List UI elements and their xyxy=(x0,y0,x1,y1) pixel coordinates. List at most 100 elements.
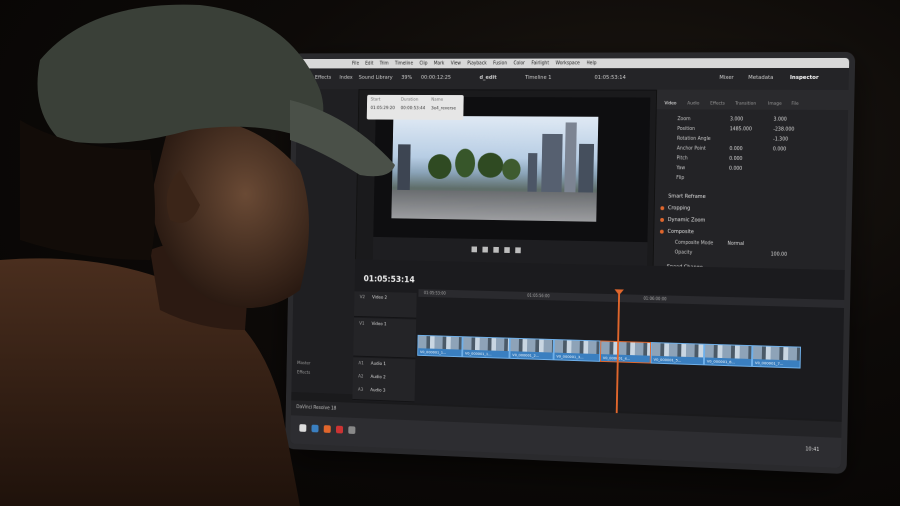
dynamic-zoom-section[interactable]: Dynamic Zoom xyxy=(668,217,706,224)
position-label: Position xyxy=(677,127,695,132)
video-clip[interactable]: V0_000001_6... xyxy=(704,344,753,367)
zoom-label: Zoom xyxy=(677,117,690,122)
video-clip[interactable]: V0_000001_3... xyxy=(554,339,601,362)
zoom-y-value[interactable]: 3.000 xyxy=(773,118,786,123)
building xyxy=(578,144,594,193)
menu-item-view[interactable]: View xyxy=(451,61,461,66)
toolbar: Effects Index Sound Library 39% 00:00:12… xyxy=(297,68,849,91)
menu-item-file[interactable]: File xyxy=(352,61,359,66)
index-button[interactable]: Index xyxy=(339,75,352,81)
clip-thumbnails xyxy=(418,336,461,350)
anchor-y-value[interactable]: 0.000 xyxy=(773,147,786,152)
menu-item-workspace[interactable]: Workspace xyxy=(555,61,579,66)
media-pool-panel: Master Effects xyxy=(291,89,359,394)
video-clip[interactable]: V0_000001_2... xyxy=(509,338,554,361)
loop-icon[interactable] xyxy=(515,247,521,253)
play-icon[interactable] xyxy=(504,247,510,253)
clip-label: V0_000001_5... xyxy=(654,357,682,363)
start-label: Start xyxy=(371,98,381,103)
clip-thumbnail[interactable] xyxy=(309,98,321,109)
flip-label: Flip xyxy=(676,176,684,181)
clip-label: V0_000001_1... xyxy=(420,349,446,355)
record-timecode: 01:05:53:14 xyxy=(594,75,626,81)
master-bin-label[interactable]: Master xyxy=(297,361,310,366)
menu-item-mark[interactable]: Mark xyxy=(434,61,445,66)
app-icon[interactable] xyxy=(348,426,355,434)
tab-audio[interactable]: Audio xyxy=(687,101,699,106)
timeline-name[interactable]: Timeline 1 xyxy=(525,75,551,81)
menu-item-timeline[interactable]: Timeline xyxy=(395,61,413,66)
menu-item-clip[interactable]: Clip xyxy=(419,61,427,66)
app-icon[interactable] xyxy=(324,425,331,433)
position-x-value[interactable]: 1485.000 xyxy=(730,127,752,132)
smart-reframe-section[interactable]: Smart Reframe xyxy=(668,194,706,200)
reverse-play-icon[interactable] xyxy=(482,247,488,253)
position-y-value[interactable]: -238.000 xyxy=(773,128,794,133)
menu-item-fairlight[interactable]: Fairlight xyxy=(531,61,549,66)
inspector-button[interactable]: Inspector xyxy=(790,75,819,81)
cropping-label: Cropping xyxy=(668,205,690,211)
track-name[interactable]: Video 1 xyxy=(372,322,387,327)
zoom-level[interactable]: 39% xyxy=(401,75,412,81)
tab-transition[interactable]: Transition xyxy=(735,102,756,107)
app-icon[interactable] xyxy=(336,426,343,434)
menu-item-edit[interactable]: Edit xyxy=(365,61,373,66)
ruler-mark: 01:05:56:00 xyxy=(527,293,550,298)
track-name[interactable]: Audio 3 xyxy=(370,388,385,393)
video-clip-selected[interactable]: V0_000001_4... xyxy=(600,340,651,363)
metadata-button[interactable]: Metadata xyxy=(748,75,773,81)
menu-item-playback[interactable]: Playback xyxy=(467,61,487,66)
previous-frame-icon[interactable] xyxy=(471,246,477,252)
composite-mode-select[interactable]: Normal xyxy=(727,242,744,247)
cropping-section[interactable]: Cropping xyxy=(668,205,690,211)
inspector-tabs: Video Audio Effects Transition Image Fil… xyxy=(657,90,849,110)
menu-item-help[interactable]: Help xyxy=(586,61,596,66)
tab-file[interactable]: File xyxy=(791,102,798,107)
road xyxy=(391,190,596,222)
yaw-value[interactable]: 0.000 xyxy=(729,167,742,172)
effects-button[interactable]: Effects xyxy=(315,75,331,81)
tab-video[interactable]: Video xyxy=(664,101,676,106)
enable-dot-icon[interactable] xyxy=(660,206,664,210)
mixer-button[interactable]: Mixer xyxy=(719,75,734,81)
opacity-value[interactable]: 100.00 xyxy=(771,252,787,257)
track-name[interactable]: Video 2 xyxy=(372,296,387,301)
menu-item-trim[interactable]: Trim xyxy=(380,61,389,66)
clock: 10:41 xyxy=(805,446,819,453)
building xyxy=(527,153,537,192)
anchor-x-value[interactable]: 0.000 xyxy=(729,147,742,152)
rotation-value[interactable]: -1.300 xyxy=(773,137,788,142)
track-id: V1 xyxy=(359,322,364,327)
menu-item-color[interactable]: Color xyxy=(513,61,525,66)
duration-value: 00:00:53:44 xyxy=(401,106,426,111)
opacity-row: Opacity 100.00 xyxy=(675,251,693,256)
tab-effects[interactable]: Effects xyxy=(710,102,725,107)
stop-icon[interactable] xyxy=(493,247,499,253)
search-icon[interactable] xyxy=(299,424,306,432)
enable-dot-icon[interactable] xyxy=(660,230,664,234)
track-name[interactable]: Audio 1 xyxy=(371,362,386,367)
tab-image[interactable]: Image xyxy=(768,102,782,107)
clip-thumbnails xyxy=(753,346,800,360)
video-clip[interactable]: V0_000001_1... xyxy=(417,335,462,357)
video-clip[interactable]: V0_000001_7... xyxy=(752,345,801,368)
clip-thumbnails xyxy=(510,339,553,353)
pitch-value[interactable]: 0.000 xyxy=(729,157,742,162)
timeline-ruler[interactable]: 01:05:53:00 01:05:56:00 01:06:00:00 xyxy=(418,289,844,308)
enable-dot-icon[interactable] xyxy=(660,218,664,222)
zoom-x-value[interactable]: 3.000 xyxy=(730,117,743,122)
track-id: A2 xyxy=(358,375,363,380)
sound-library-button[interactable]: Sound Library xyxy=(359,75,393,81)
menu-item-fusion[interactable]: Fusion xyxy=(493,61,507,66)
composite-mode-row: Composite Mode Normal xyxy=(675,241,713,247)
composite-section[interactable]: Composite xyxy=(667,229,693,235)
ear xyxy=(167,170,200,223)
track-name[interactable]: Audio 2 xyxy=(370,375,385,380)
effects-bin-label[interactable]: Effects xyxy=(297,371,310,376)
video-clip[interactable]: V0_000001_1... xyxy=(462,336,510,359)
browser-icon[interactable] xyxy=(311,425,318,433)
video-clip[interactable]: V0_000001_5... xyxy=(651,342,705,365)
tree xyxy=(428,154,452,179)
face xyxy=(150,119,309,308)
clip-thumbnails xyxy=(652,343,704,357)
